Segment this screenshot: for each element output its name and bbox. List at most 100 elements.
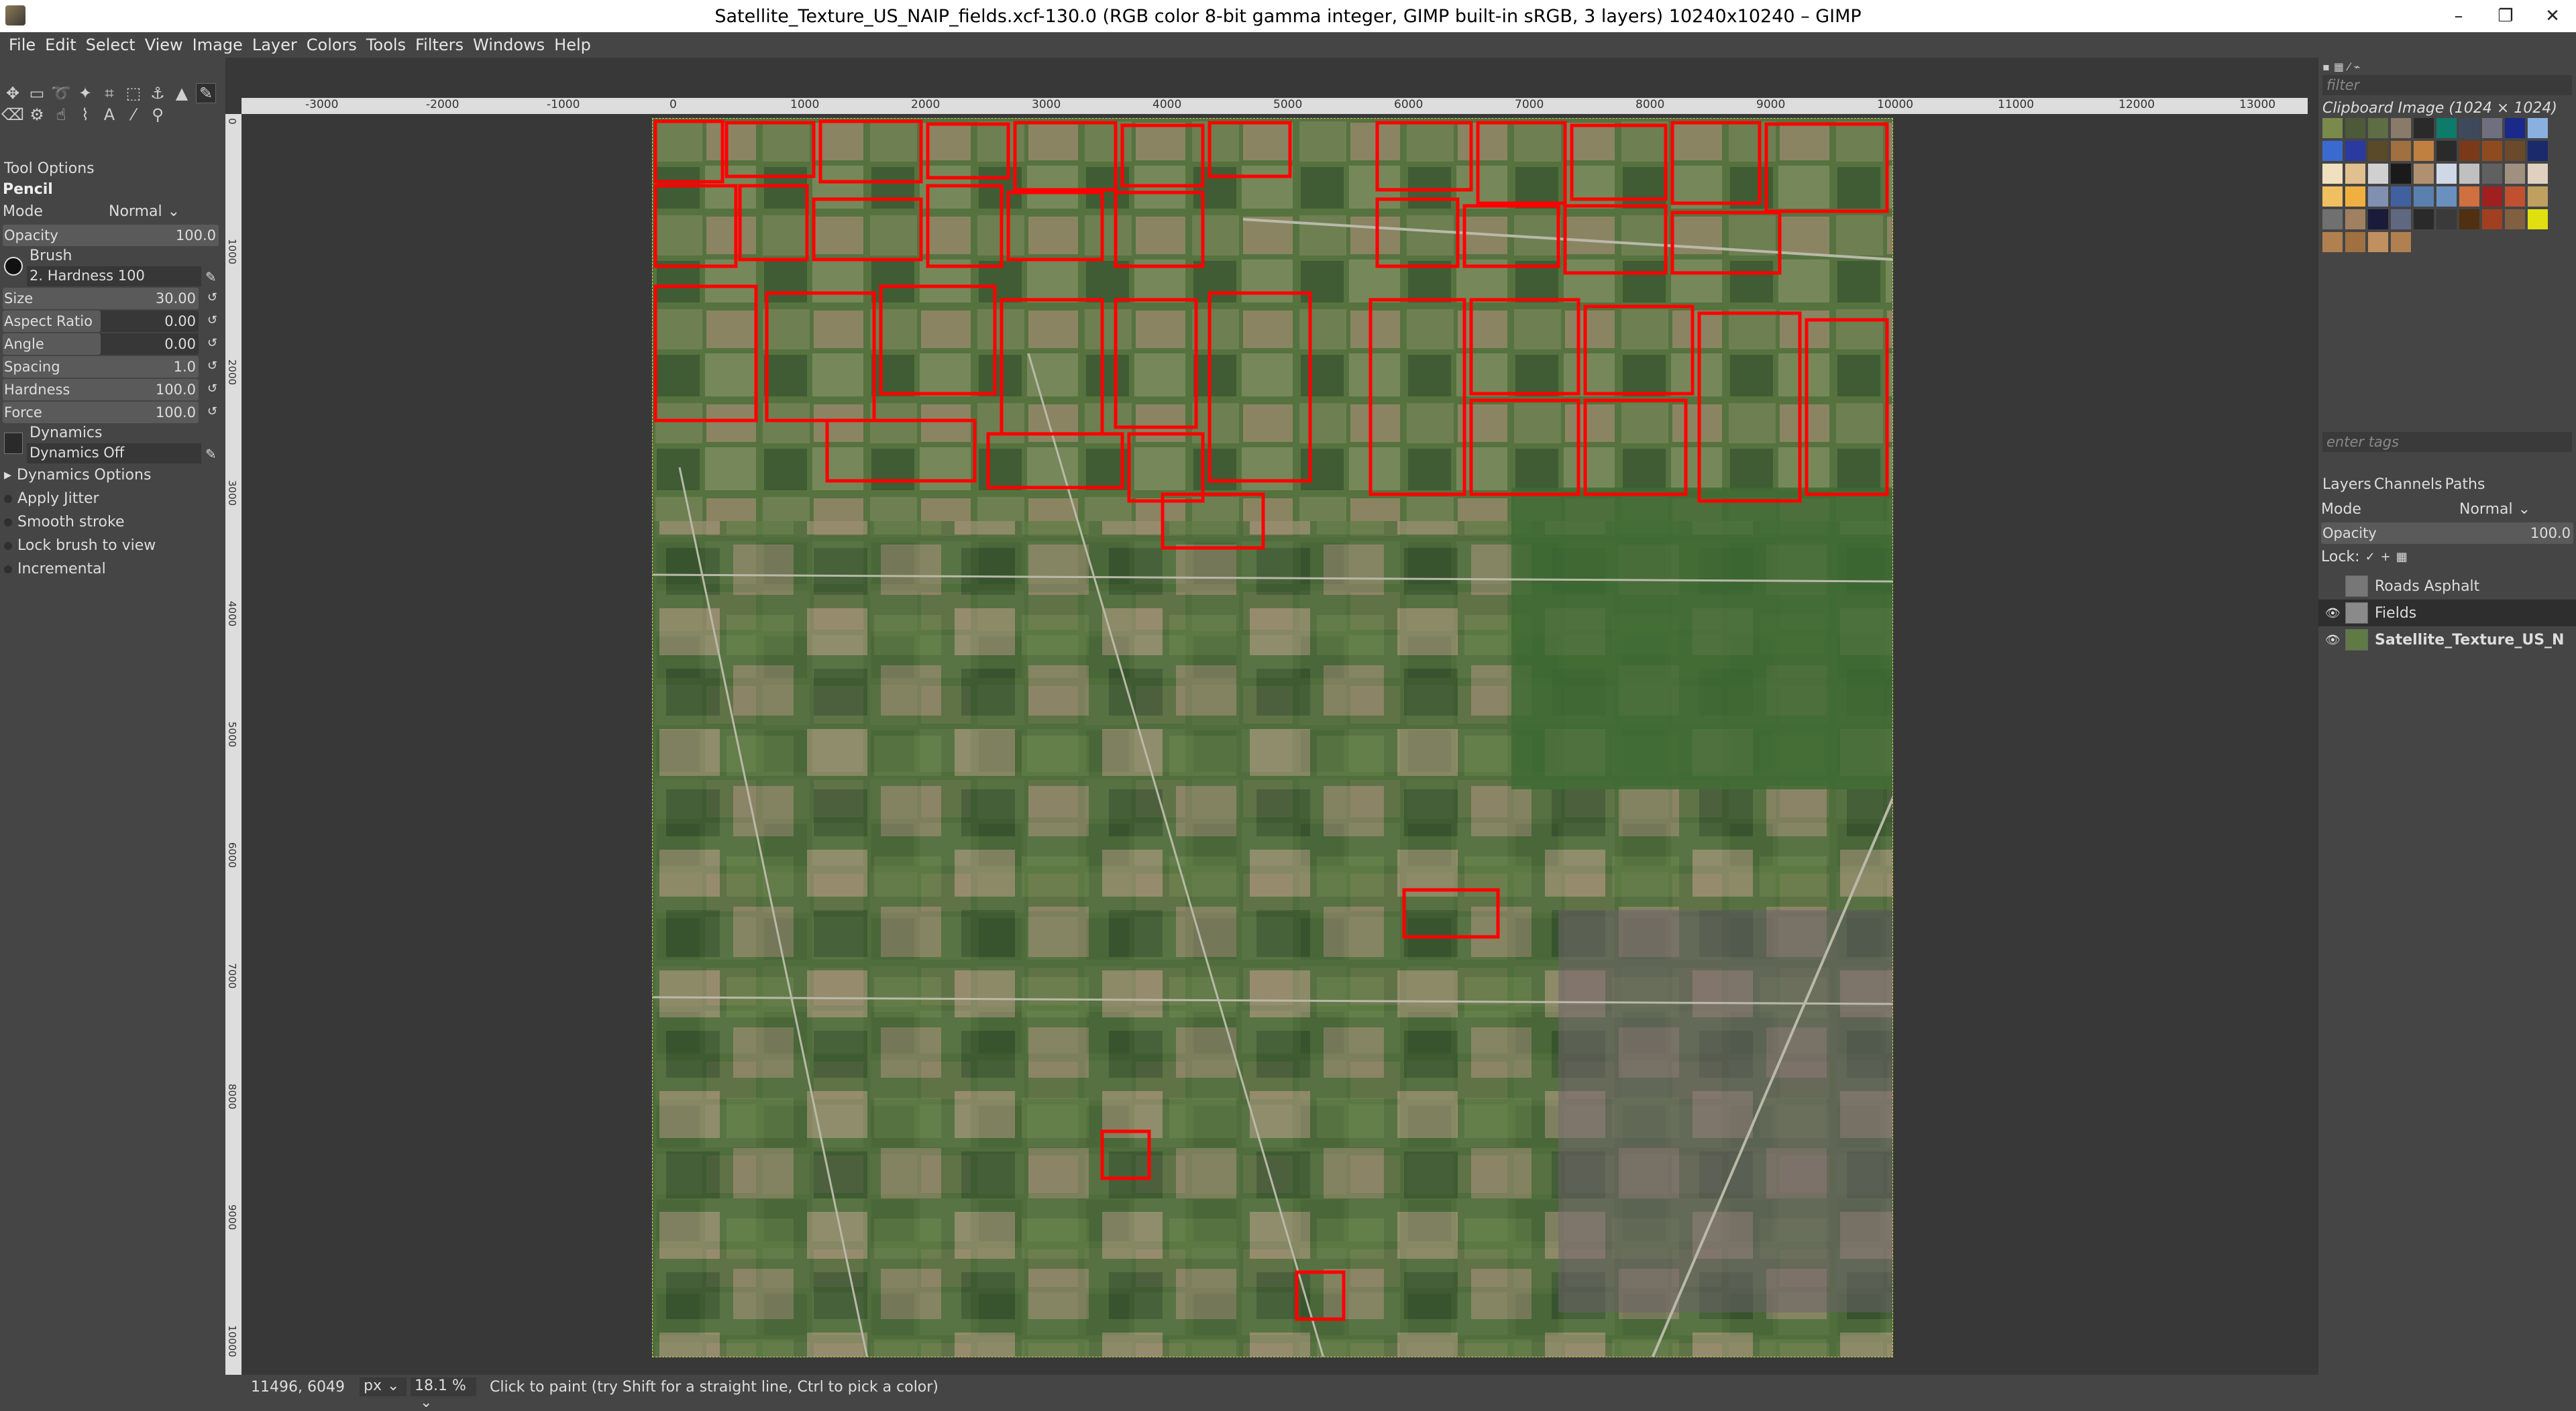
pattern-swatch[interactable] bbox=[2414, 118, 2434, 138]
pattern-swatch[interactable] bbox=[2436, 186, 2457, 207]
menu-file[interactable]: File bbox=[4, 36, 40, 54]
pattern-swatch[interactable] bbox=[2345, 118, 2365, 138]
pattern-swatch[interactable] bbox=[2391, 186, 2411, 207]
aspect-ratio-slider[interactable]: Aspect Ratio 0.00 ↺ bbox=[3, 311, 217, 332]
warp-icon[interactable]: ⚓ bbox=[148, 83, 168, 103]
pattern-swatch[interactable] bbox=[2459, 186, 2479, 207]
pattern-swatch[interactable] bbox=[2459, 209, 2479, 229]
color-picker-icon[interactable]: ⁄ bbox=[123, 105, 144, 125]
brush-select[interactable]: 2. Hardness 100 bbox=[27, 266, 201, 286]
unified-transform-icon[interactable]: ⬚ bbox=[123, 83, 144, 103]
mode-select[interactable]: Normal ⌄ bbox=[109, 203, 180, 220]
gradients-tab-icon[interactable]: ⌁ bbox=[2354, 60, 2361, 73]
size-slider[interactable]: Size 30.00 ↺ bbox=[3, 288, 217, 309]
reset-icon[interactable]: ↺ bbox=[207, 359, 217, 373]
pattern-swatch[interactable] bbox=[2528, 164, 2548, 184]
lock-position-icon[interactable]: + bbox=[2381, 550, 2391, 564]
pattern-swatch[interactable] bbox=[2505, 186, 2525, 207]
apply-jitter-checkbox[interactable]: Apply Jitter bbox=[0, 487, 225, 510]
force-slider[interactable]: Force 100.0 ↺ bbox=[3, 402, 217, 423]
eye-icon[interactable]: 👁 bbox=[2325, 606, 2341, 620]
maximize-button[interactable]: ❐ bbox=[2482, 0, 2529, 32]
menu-filters[interactable]: Filters bbox=[411, 36, 468, 54]
pattern-swatch[interactable] bbox=[2368, 164, 2388, 184]
pattern-swatch[interactable] bbox=[2505, 141, 2525, 161]
dock-tab-icons[interactable]: ▪ ▦ ⁄ ⌁ bbox=[2318, 58, 2576, 73]
pattern-swatch[interactable] bbox=[2391, 141, 2411, 161]
layer-opacity-slider[interactable]: Opacity 100.0 bbox=[2321, 522, 2573, 544]
menu-edit[interactable]: Edit bbox=[40, 36, 80, 54]
pattern-swatch[interactable] bbox=[2528, 141, 2548, 161]
menu-windows[interactable]: Windows bbox=[468, 36, 549, 54]
pattern-swatch[interactable] bbox=[2368, 232, 2388, 252]
pattern-swatch[interactable] bbox=[2368, 141, 2388, 161]
pattern-swatch[interactable] bbox=[2505, 209, 2525, 229]
menu-help[interactable]: Help bbox=[549, 36, 596, 54]
reset-icon[interactable]: ↺ bbox=[207, 313, 217, 327]
pattern-swatch[interactable] bbox=[2436, 141, 2457, 161]
hardness-slider[interactable]: Hardness 100.0 ↺ bbox=[3, 379, 217, 400]
opacity-slider[interactable]: Opacity 100.0 bbox=[3, 225, 219, 246]
pattern-swatch[interactable] bbox=[2391, 164, 2411, 184]
brush-preview-icon[interactable] bbox=[4, 257, 23, 276]
image-canvas[interactable] bbox=[652, 118, 1893, 1357]
lock-alpha-icon[interactable]: ▦ bbox=[2396, 550, 2408, 564]
pattern-swatch[interactable] bbox=[2345, 164, 2365, 184]
pattern-swatch[interactable] bbox=[2322, 141, 2343, 161]
pattern-swatch[interactable] bbox=[2414, 209, 2434, 229]
dynamics-options-expander[interactable]: ▸ Dynamics Options bbox=[0, 463, 225, 487]
zoom-icon[interactable]: ⚲ bbox=[148, 105, 168, 125]
pattern-swatch[interactable] bbox=[2414, 164, 2434, 184]
pattern-tags-input[interactable]: enter tags bbox=[2322, 432, 2572, 452]
menu-select[interactable]: Select bbox=[81, 36, 140, 54]
patterns-tab-icon[interactable]: ▦ bbox=[2334, 60, 2344, 73]
reset-icon[interactable]: ↺ bbox=[207, 290, 217, 304]
pattern-swatch[interactable] bbox=[2322, 186, 2343, 207]
vertical-ruler[interactable]: 0 1000 2000 3000 4000 5000 6000 7000 800… bbox=[225, 114, 241, 1375]
rect-select-icon[interactable]: ▭ bbox=[27, 83, 47, 103]
pattern-swatch[interactable] bbox=[2482, 209, 2502, 229]
pattern-swatch[interactable] bbox=[2505, 118, 2525, 138]
pattern-swatch[interactable] bbox=[2528, 209, 2548, 229]
lock-brush-checkbox[interactable]: Lock brush to view bbox=[0, 534, 225, 557]
pattern-swatch[interactable] bbox=[2482, 118, 2502, 138]
pattern-swatch[interactable] bbox=[2345, 186, 2365, 207]
pattern-swatch[interactable] bbox=[2391, 232, 2411, 252]
dynamics-select[interactable]: Dynamics Off bbox=[27, 443, 201, 463]
pencil-tool-icon[interactable]: ✎ bbox=[196, 83, 216, 103]
unit-select[interactable]: px ⌄ bbox=[360, 1377, 407, 1396]
pattern-swatch[interactable] bbox=[2482, 141, 2502, 161]
angle-slider[interactable]: Angle 0.00 ↺ bbox=[3, 333, 217, 355]
pattern-swatch[interactable] bbox=[2345, 209, 2365, 229]
pattern-swatch[interactable] bbox=[2436, 118, 2457, 138]
layer-row[interactable]: 👁 Satellite_Texture_US_N bbox=[2318, 626, 2576, 653]
layer-mode-select[interactable]: Normal ⌄ bbox=[2459, 501, 2530, 518]
pattern-filter-input[interactable]: filter bbox=[2322, 75, 2572, 95]
menu-tools[interactable]: Tools bbox=[362, 36, 411, 54]
pattern-swatch[interactable] bbox=[2482, 186, 2502, 207]
incremental-checkbox[interactable]: Incremental bbox=[0, 557, 225, 581]
paths-icon[interactable]: ⌇ bbox=[75, 105, 95, 125]
pattern-swatch[interactable] bbox=[2345, 232, 2365, 252]
layers-tab[interactable]: Layers bbox=[2322, 476, 2371, 493]
bucket-fill-icon[interactable]: ▲ bbox=[172, 83, 192, 103]
pattern-swatch[interactable] bbox=[2391, 118, 2411, 138]
pattern-swatch[interactable] bbox=[2322, 232, 2343, 252]
edit-dynamics-icon[interactable]: ✎ bbox=[205, 446, 217, 462]
pattern-swatch[interactable] bbox=[2459, 164, 2479, 184]
pattern-swatch[interactable] bbox=[2368, 186, 2388, 207]
layer-row[interactable]: 👁 Fields bbox=[2318, 600, 2576, 626]
eraser-icon[interactable]: ⌫ bbox=[1, 105, 24, 125]
pattern-swatch[interactable] bbox=[2528, 186, 2548, 207]
crop-icon[interactable]: ⌗ bbox=[99, 83, 119, 103]
clone-icon[interactable]: ⚙ bbox=[27, 105, 47, 125]
pattern-swatch[interactable] bbox=[2459, 141, 2479, 161]
pattern-swatch[interactable] bbox=[2436, 164, 2457, 184]
fonts-tab-icon[interactable]: ⁄ bbox=[2348, 60, 2350, 73]
horizontal-ruler[interactable]: -3000 -2000 -1000 0 1000 2000 3000 4000 … bbox=[241, 98, 2308, 114]
close-button[interactable]: ✕ bbox=[2529, 0, 2576, 32]
pattern-swatch[interactable] bbox=[2459, 118, 2479, 138]
zoom-select[interactable]: 18.1 %⌄ bbox=[411, 1377, 476, 1411]
layer-row[interactable]: Roads Asphalt bbox=[2318, 573, 2576, 600]
edit-brush-icon[interactable]: ✎ bbox=[205, 269, 217, 285]
